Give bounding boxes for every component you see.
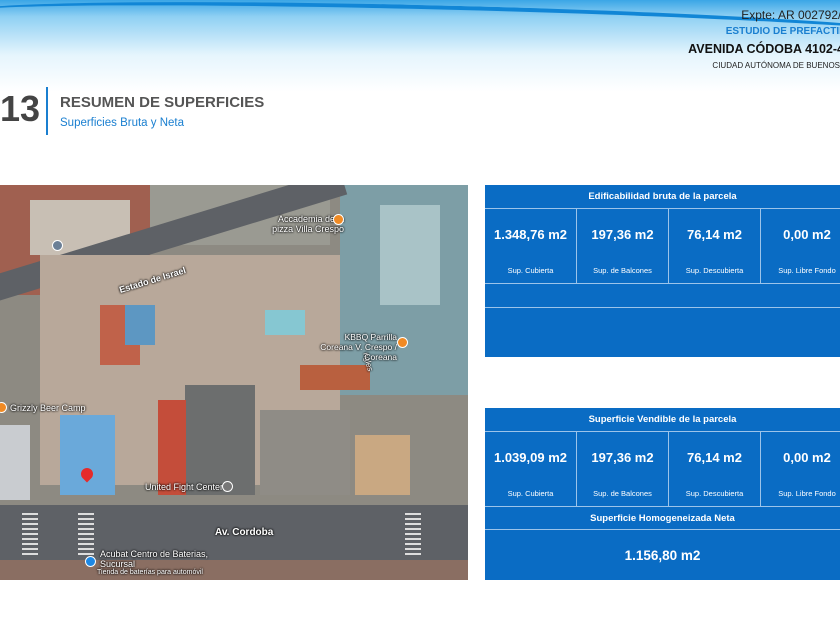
study-title: ESTUDIO DE PREFACTIBILI (725, 26, 840, 37)
school-icon[interactable] (52, 240, 63, 251)
cell-balcones: 197,36 m2 Sup. de Balcones (577, 432, 669, 506)
cell-label: Sup. Descubierta (685, 489, 744, 498)
page-header: Expte: AR 002792/2 ESTUDIO DE PREFACTIBI… (0, 0, 840, 92)
crosswalk (78, 510, 94, 555)
cell-value: 1.039,09 m2 (493, 450, 567, 465)
restaurant-icon[interactable] (397, 337, 408, 348)
cell-value: 76,14 m2 (687, 450, 742, 465)
building (300, 365, 370, 390)
cell-libre-fondo: 0,00 m2 Sup. Libre Fondo (761, 209, 840, 283)
empty-row (485, 308, 840, 357)
building (185, 385, 255, 495)
building (158, 400, 186, 495)
gross-area-table: Edificabilidad bruta de la parcela 1.348… (485, 185, 840, 357)
building (0, 425, 30, 500)
poi-sublabel: Tienda de baterías para automóvil (97, 569, 203, 576)
cell-value: 76,14 m2 (687, 227, 742, 242)
cell-cubierta: 1.039,09 m2 Sup. Cubierta (485, 432, 577, 506)
store-icon[interactable] (85, 556, 96, 567)
street-label: Av. Cordoba (215, 527, 274, 538)
cell-label: Sup. de Balcones (593, 489, 652, 498)
aerial-map[interactable]: Estado de Israel Av. Cordoba ngles Accad… (0, 185, 468, 580)
building (355, 435, 410, 495)
restaurant-icon[interactable] (333, 214, 344, 225)
cell-value: 197,36 m2 (591, 227, 654, 242)
cell-label: Sup. Libre Fondo (778, 489, 836, 498)
section-number: 13 (0, 88, 41, 129)
empty-row (485, 284, 840, 308)
cell-value: 1.348,76 m2 (493, 227, 567, 242)
cell-label: Sup. Cubierta (507, 266, 554, 275)
crosswalk (405, 510, 421, 555)
building (60, 415, 115, 495)
building (125, 305, 155, 345)
building (0, 560, 468, 580)
homogenized-value: 1.156,80 m2 (624, 547, 701, 563)
table-row: 1.039,09 m2 Sup. Cubierta 197,36 m2 Sup. d… (485, 432, 840, 507)
cell-label: Sup. Cubierta (507, 489, 554, 498)
city: CIUDAD AUTÓNOMA DE BUENOS (712, 61, 840, 70)
table-header: Superficie Vendible de la parcela (485, 408, 840, 432)
expediente-number: Expte: AR 002792/2 (741, 8, 840, 22)
cell-label: Sup. Descubierta (685, 266, 744, 275)
cell-balcones: 197,36 m2 Sup. de Balcones (577, 209, 669, 283)
divider (46, 87, 48, 135)
address: AVENIDA CÓDOBA 4102-4 (688, 42, 840, 56)
table-row: 1.348,76 m2 Sup. Cubierta 197,36 m2 Sup. d… (485, 209, 840, 284)
poi-label[interactable]: Acubat Centro de Baterias, Sucursal (100, 549, 215, 569)
cell-cubierta: 1.348,76 m2 Sup. Cubierta (485, 209, 577, 283)
place-icon[interactable] (222, 481, 233, 492)
building (380, 205, 440, 305)
page-title: RESUMEN DE SUPERFICIES (60, 94, 265, 111)
page-subtitle: Superficies Bruta y Neta (60, 117, 185, 129)
cell-libre-fondo: 0,00 m2 Sup. Libre Fondo (761, 432, 840, 506)
cell-value: 0,00 m2 (783, 227, 831, 242)
cell-descubierta: 76,14 m2 Sup. Descubierta (669, 432, 761, 506)
poi-label[interactable]: Accademia della pizza Villa Crespo (262, 214, 344, 234)
cell-value: 197,36 m2 (591, 450, 654, 465)
restaurant-icon[interactable] (0, 402, 7, 413)
cell-label: Sup. Libre Fondo (778, 266, 836, 275)
poi-label[interactable]: Grizzly Beer Camp (10, 403, 86, 413)
net-area-table: Superficie Vendible de la parcela 1.039,… (485, 408, 840, 580)
cell-value: 0,00 m2 (783, 450, 831, 465)
cell-label: Sup. de Balcones (593, 266, 652, 275)
table-header: Edificabilidad bruta de la parcela (485, 185, 840, 209)
building (260, 410, 350, 495)
poi-label[interactable]: KBBQ Parrilla Coreana V. Crespo / Corean… (312, 332, 397, 362)
crosswalk (22, 510, 38, 555)
building (265, 310, 305, 335)
homogenized-header: Superficie Homogeneizada Neta (485, 507, 840, 530)
cell-descubierta: 76,14 m2 Sup. Descubierta (669, 209, 761, 283)
poi-label[interactable]: United Fight Center (145, 482, 223, 492)
